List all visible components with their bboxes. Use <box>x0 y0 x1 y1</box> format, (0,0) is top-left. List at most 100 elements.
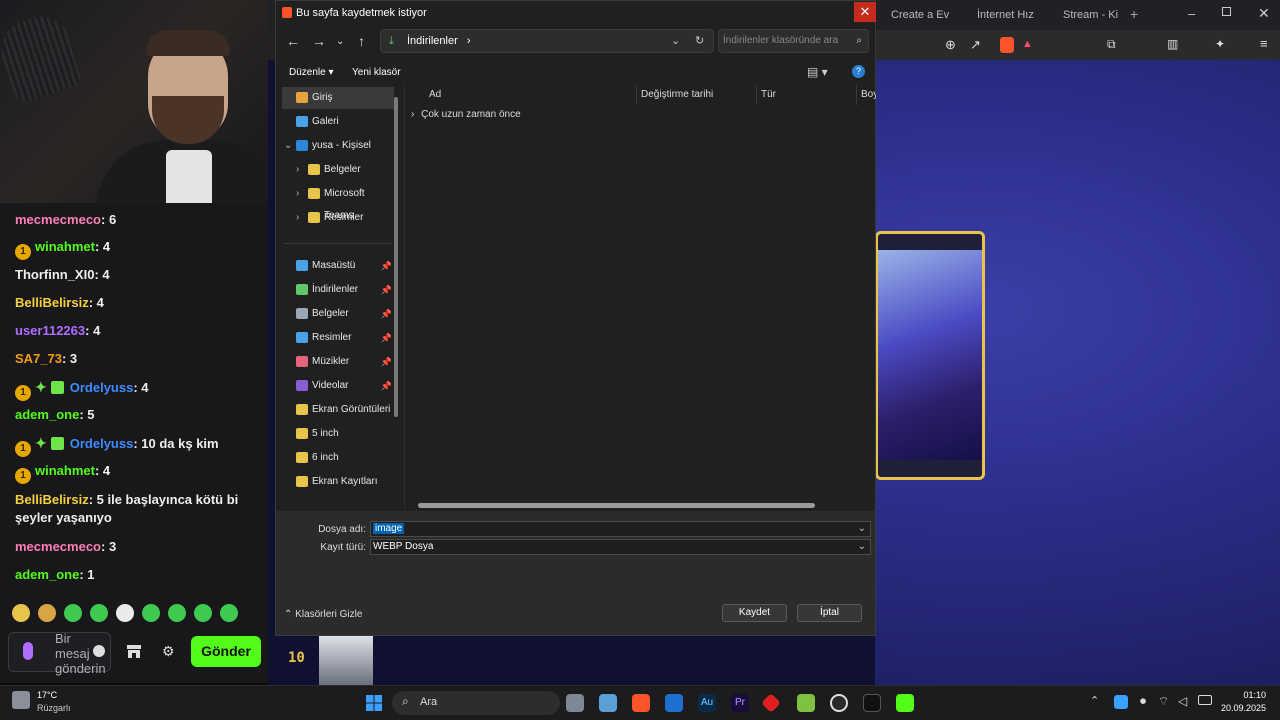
column-date[interactable]: Değiştirme tarihi <box>637 85 757 105</box>
address-bar[interactable]: ⤓ İndirilenler › ⌄ ↻ <box>380 29 714 53</box>
chat-username[interactable]: winahmet <box>35 239 95 254</box>
sparkle-badge-icon[interactable]: ✦ <box>35 434 47 452</box>
sparkle-badge-icon[interactable]: ✦ <box>35 378 47 396</box>
chat-username[interactable]: adem_one <box>15 567 79 582</box>
dialog-close-button[interactable]: ✕ <box>854 2 876 22</box>
organize-button[interactable]: Düzenle ▾ <box>289 67 334 78</box>
refresh-icon[interactable]: ↻ <box>695 30 704 52</box>
sidebar-item[interactable]: Müzikler 📌 <box>282 351 394 373</box>
recent-dropdown-icon[interactable]: ⌄ <box>336 36 344 47</box>
menu-icon[interactable]: ≡ <box>1260 36 1268 51</box>
chat-input[interactable]: Bir mesaj gönderin <box>8 631 111 676</box>
chat-username[interactable]: BelliBelirsiz <box>15 492 89 507</box>
sidebar-item[interactable]: Giriş <box>282 87 394 109</box>
window-close-icon[interactable]: ✕ <box>1258 5 1270 22</box>
tray-chevron-icon[interactable]: ⌃ <box>1090 694 1099 707</box>
emote-green-3[interactable] <box>116 604 134 622</box>
clock-date[interactable]: 20.09.2025 <box>1210 703 1266 713</box>
rank-thumbnail[interactable] <box>319 635 373 685</box>
collapsed-chevron-icon[interactable]: › <box>296 207 299 229</box>
view-options-icon[interactable]: ▤ ▾ <box>807 65 828 79</box>
security-icon[interactable] <box>1114 695 1128 709</box>
chat-username[interactable]: Ordelyuss <box>70 436 134 451</box>
subscriber-badge-icon[interactable]: 1 <box>15 468 31 484</box>
sidebar-item[interactable]: İndirilenler 📌 <box>282 279 394 301</box>
up-icon[interactable]: ↑ <box>358 33 365 49</box>
subscriber-badge-icon[interactable]: 1 <box>15 244 31 260</box>
emote-green-4[interactable] <box>142 604 160 622</box>
horizontal-scrollbar[interactable] <box>418 503 815 508</box>
folder-search-input[interactable]: İndirilenler klasöründe ara ⌕ <box>718 29 869 53</box>
column-type[interactable]: Tür <box>757 85 857 105</box>
new-tab-icon[interactable]: + <box>1130 6 1138 22</box>
tab-stream-kick[interactable]: Stream - Ki <box>1045 5 1118 25</box>
chat-username[interactable]: SA7_73 <box>15 351 62 366</box>
taskbar-search[interactable]: ⌕ Ara <box>392 691 560 715</box>
gift-badge-icon[interactable] <box>50 381 64 394</box>
maximize-icon[interactable] <box>1222 7 1231 16</box>
sidebar-item[interactable]: Resimler 📌 <box>282 327 394 349</box>
collapsed-chevron-icon[interactable]: › <box>296 183 299 205</box>
sidebar-item[interactable]: Ekran Kayıtları <box>282 471 394 493</box>
brave-taskbar-icon[interactable] <box>632 694 650 712</box>
gift-badge-icon[interactable] <box>50 437 64 450</box>
kick-icon[interactable] <box>896 694 914 712</box>
network-icon[interactable]: ⌔ <box>1158 694 1169 709</box>
filetype-dropdown-icon[interactable]: ⌄ <box>858 540 866 554</box>
subscriber-badge-icon[interactable]: 1 <box>15 441 31 457</box>
github-icon[interactable] <box>830 694 848 712</box>
sidebar-item[interactable]: Belgeler 📌 <box>282 303 394 325</box>
emote-green-6[interactable] <box>194 604 212 622</box>
weather-temp[interactable]: 17°C <box>37 690 57 700</box>
brave-shield-icon[interactable] <box>1000 37 1014 53</box>
filetype-select[interactable]: WEBP Dosya ⌄ <box>370 539 871 555</box>
back-icon[interactable]: ← <box>286 33 300 49</box>
emote-green-1[interactable] <box>64 604 82 622</box>
chat-username[interactable]: user112263 <box>15 323 85 338</box>
group-header[interactable]: › Çok uzun zaman önce <box>411 109 521 120</box>
minimize-icon[interactable]: – <box>1188 6 1195 21</box>
column-size[interactable]: Boy <box>857 85 876 105</box>
collapsed-chevron-icon[interactable]: › <box>296 159 299 181</box>
send-button[interactable]: Gönder <box>191 636 261 667</box>
sidebar-item[interactable]: ⌄ yusa - Kişisel <box>282 135 394 157</box>
obs-icon[interactable] <box>863 694 881 712</box>
emote-green-5[interactable] <box>168 604 186 622</box>
sidebar-item[interactable]: 6 inch <box>282 447 394 469</box>
emoji-icon[interactable] <box>93 645 105 657</box>
filename-dropdown-icon[interactable]: ⌄ <box>858 522 866 536</box>
expand-chevron-icon[interactable]: ⌄ <box>284 135 292 157</box>
clock-time[interactable]: 01:10 <box>1230 690 1266 700</box>
premiere-icon[interactable]: Pr <box>731 694 749 712</box>
cancel-button[interactable]: İptal <box>797 604 862 622</box>
microphone-icon[interactable] <box>23 642 33 660</box>
share-icon[interactable]: ↗ <box>970 37 981 53</box>
weather-icon[interactable] <box>12 691 30 709</box>
selected-image-card[interactable] <box>875 231 985 480</box>
audition-icon[interactable]: Au <box>698 694 716 712</box>
tab-internet-speed[interactable]: İnternet Hız <box>959 5 1034 25</box>
save-button[interactable]: Kaydet <box>722 604 787 622</box>
edge-icon[interactable] <box>665 694 683 712</box>
store-icon[interactable] <box>126 643 142 659</box>
new-folder-button[interactable]: Yeni klasör <box>352 67 401 78</box>
tab-create-event[interactable]: Create a Ev <box>873 5 949 25</box>
navigation-scrollbar[interactable] <box>394 97 398 417</box>
address-dropdown-icon[interactable]: ⌄ <box>671 30 680 52</box>
volume-icon[interactable]: ◁ <box>1178 694 1187 708</box>
sidebar-item[interactable]: Masaüstü 📌 <box>282 255 394 277</box>
sidebar-item[interactable]: › Microsoft Teams <box>282 183 394 221</box>
chat-username[interactable]: adem_one <box>15 407 79 422</box>
chat-username[interactable]: Thorfinn_XI0 <box>15 267 94 282</box>
sidebar-item[interactable]: 5 inch <box>282 423 394 445</box>
chat-username[interactable]: mecmecmeco <box>15 539 101 554</box>
sidebar-item[interactable]: Videolar 📌 <box>282 375 394 397</box>
filename-input[interactable]: image ⌄ <box>370 521 871 537</box>
column-name[interactable]: Ad <box>405 85 637 105</box>
extensions-icon[interactable]: ⧉ <box>1107 37 1116 52</box>
zoom-icon[interactable]: ⊕ <box>945 37 956 53</box>
sidebar-item[interactable]: › Resimler <box>282 207 394 229</box>
emote-skull[interactable] <box>12 604 30 622</box>
emote-hat[interactable] <box>38 604 56 622</box>
task-view-icon[interactable] <box>566 694 584 712</box>
